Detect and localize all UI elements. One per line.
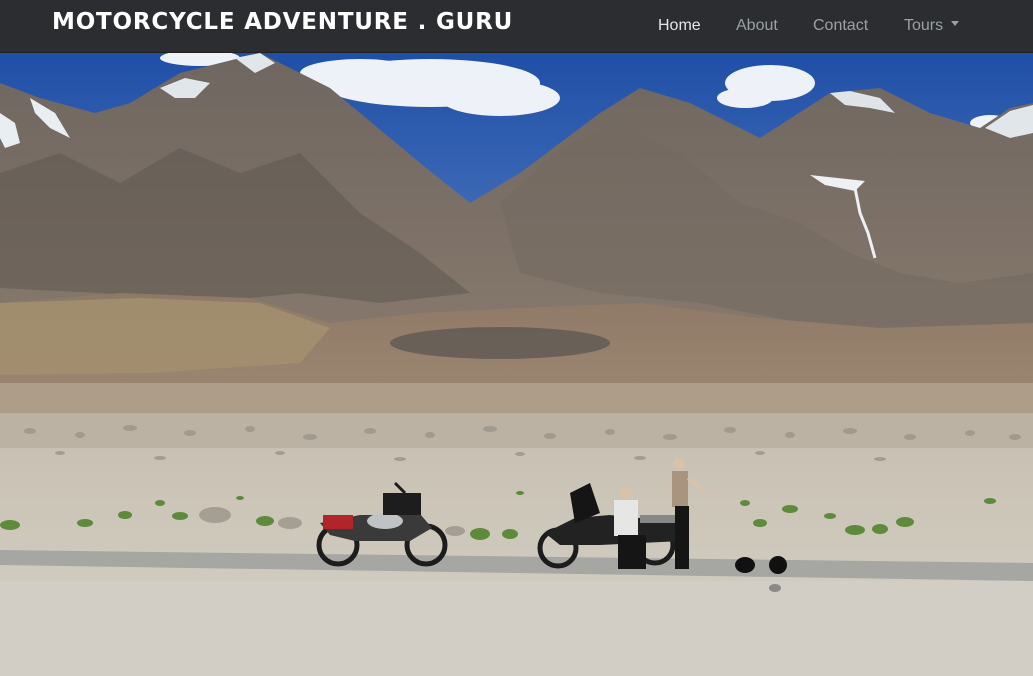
- hero-banner: [0, 53, 1033, 676]
- nav-tours-dropdown[interactable]: Tours: [904, 17, 960, 35]
- nav-tours-label: Tours: [904, 17, 944, 34]
- nav-about-link[interactable]: About: [736, 17, 778, 35]
- caret-down-icon: [951, 21, 960, 27]
- top-navbar: MOTORCYCLE ADVENTURE . GURU Home About C…: [0, 0, 1033, 53]
- hero-photo: [0, 53, 1033, 676]
- nav-home-link[interactable]: Home: [658, 17, 701, 35]
- nav-contact-link[interactable]: Contact: [813, 17, 868, 35]
- nav-menu: Home About Contact Tours: [0, 0, 1033, 53]
